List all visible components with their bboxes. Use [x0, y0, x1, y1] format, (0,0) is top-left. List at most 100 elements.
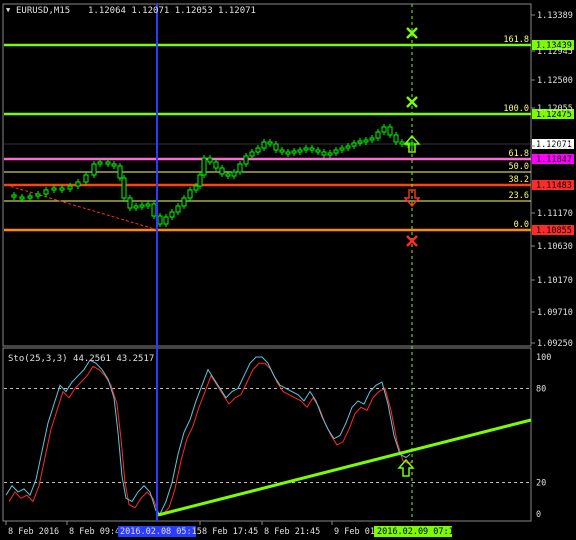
price-tick-label: 1.09250	[537, 339, 573, 349]
candle-body	[357, 140, 363, 144]
stochastic-lines: 100 80 20 0	[4, 353, 551, 520]
candle-body	[333, 149, 339, 154]
price-label: 1.10855	[536, 226, 572, 236]
candle-body	[163, 216, 169, 225]
candle-body	[201, 157, 207, 176]
candle-body	[231, 171, 237, 177]
candle-body	[249, 151, 255, 157]
candle-body	[19, 196, 25, 200]
stochastic-axis-label: 0	[536, 510, 541, 520]
candle-body	[243, 155, 249, 165]
fib-level-label: 38.2	[509, 175, 529, 185]
candle-body	[127, 197, 133, 209]
stochastic-label: Sto(25,3,3) 44.2561 43.2517	[8, 354, 154, 364]
candle-body	[297, 149, 303, 153]
fib-level-label: 61.8	[509, 149, 529, 159]
time-label: 8 Feb 2016	[8, 527, 59, 537]
candle-body	[157, 215, 163, 225]
stochastic-axis-label: 20	[536, 479, 546, 489]
candle-body	[225, 173, 231, 177]
candle-body	[303, 147, 309, 151]
candle-body	[67, 185, 73, 190]
price-tick-label: 1.13389	[537, 11, 573, 21]
candle-body	[369, 137, 375, 141]
price-label: 1.11483	[536, 181, 572, 191]
candle-body	[381, 126, 387, 133]
candle-body	[255, 147, 261, 153]
candle-body	[375, 131, 381, 139]
candle-body	[59, 187, 65, 191]
candle-body	[285, 151, 291, 155]
candle-body	[187, 189, 193, 199]
time-axis: 8 Feb 2016 8 Feb 09:45 8 Feb 17:45 8 Feb 21…	[5, 521, 459, 537]
dropdown-arrow-icon[interactable]: ▼	[6, 6, 11, 14]
candle-body	[219, 167, 225, 175]
price-tick-label: 1.10170	[537, 276, 573, 286]
candle-body	[387, 126, 393, 136]
candle-body	[213, 161, 219, 169]
fib-level-label: 100.0	[503, 104, 529, 114]
fib-level-label: 50.0	[509, 162, 529, 172]
candle-body	[121, 177, 127, 199]
price-tick-label: 1.11170	[537, 209, 573, 219]
time-label: 8 Feb 17:45	[202, 527, 258, 537]
stochastic-axis-label: 100	[536, 353, 551, 363]
candle-body	[345, 145, 351, 149]
candle-body	[111, 163, 117, 167]
candle-body	[139, 204, 145, 208]
crosshair-time-label: 2016.02.08 05:15	[120, 527, 202, 537]
price-tick-label: 1.10630	[537, 242, 573, 252]
price-pane[interactable]	[2, 3, 532, 347]
candle-body	[237, 163, 243, 173]
price-tick-label: 1.12500	[537, 76, 573, 86]
fib-level-label: 23.6	[509, 191, 529, 201]
candle-body	[151, 203, 157, 217]
candle-body	[291, 150, 297, 154]
candle-body	[351, 142, 357, 147]
time-label: 8 Feb 09:45	[69, 527, 125, 537]
candle-body	[91, 163, 97, 176]
price-tick-label: 1.12945	[537, 47, 573, 57]
fib-level-label: 161.8	[503, 35, 529, 45]
candle-body	[105, 161, 111, 165]
candle-body	[363, 139, 369, 143]
stochastic-pane[interactable]	[2, 347, 532, 522]
price-tick-label: 1.09710	[537, 308, 573, 318]
time-label: 8 Feb 21:45	[264, 527, 320, 537]
fibonacci-levels: 161.81.13439100.01.1247561.81.1184750.03…	[4, 35, 574, 236]
candle-body	[181, 197, 187, 207]
candle-body	[27, 195, 33, 199]
candle-body	[193, 185, 199, 191]
candle-body	[273, 143, 279, 151]
candle-body	[11, 194, 17, 198]
price-label: 1.11847	[536, 155, 572, 165]
price-tick-label: 1.12055	[537, 104, 573, 114]
candle-body	[197, 174, 203, 187]
quote-values: 1.12064 1.12071 1.12053 1.12071	[88, 6, 256, 16]
candle-body	[279, 149, 285, 153]
candle-body	[393, 134, 399, 143]
candle-body	[399, 141, 405, 145]
candle-body	[327, 152, 333, 156]
chart-markers	[156, 4, 421, 521]
candle-body	[321, 151, 327, 156]
trading-chart[interactable]: 161.81.13439100.01.1247561.81.1184750.03…	[0, 0, 576, 540]
candle-body	[35, 193, 41, 197]
candle-body	[267, 141, 273, 145]
candle-body	[261, 141, 267, 149]
stochastic-axis-label: 80	[536, 384, 546, 394]
stochastic-trendline[interactable]	[157, 418, 532, 517]
candle-body	[315, 149, 321, 153]
candle-body	[133, 205, 139, 209]
candle-body	[117, 165, 123, 179]
candle-body	[83, 174, 89, 183]
current-time-label: 2016.02.09 07:15	[377, 527, 459, 537]
candle-body	[97, 161, 103, 165]
candle-body	[309, 147, 315, 151]
price-tick-label: 1.11615	[537, 142, 573, 152]
candlesticks	[11, 124, 415, 227]
candle-body	[339, 147, 345, 151]
candle-body	[51, 187, 57, 191]
candle-body	[75, 181, 81, 187]
fib-level-label: 0.0	[514, 220, 529, 230]
